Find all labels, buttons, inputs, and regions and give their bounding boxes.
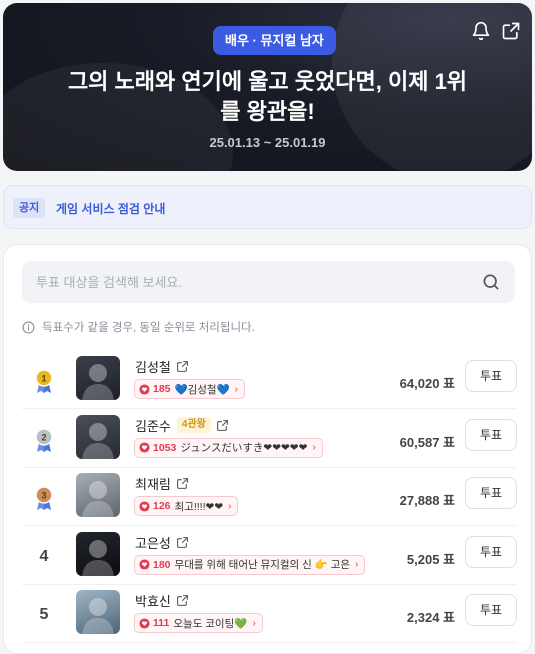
cheer-count: 180 bbox=[153, 558, 171, 571]
rank-indicator: 5 bbox=[30, 601, 58, 629]
candidate-name-line: 고은성 bbox=[135, 533, 189, 552]
chevron-right-icon: › bbox=[228, 500, 232, 512]
candidate-name-line: 박효신 bbox=[135, 591, 189, 610]
avatar-photo bbox=[82, 364, 114, 400]
avatar[interactable] bbox=[76, 473, 120, 517]
avatar-photo bbox=[82, 598, 114, 634]
heart-icon bbox=[139, 617, 150, 629]
avatar[interactable] bbox=[76, 356, 120, 400]
vote-count: 2,324 표 bbox=[406, 610, 455, 625]
candidate-name-line: 최재림 bbox=[135, 474, 189, 493]
cheer-message: 💙김성철💙 bbox=[174, 383, 230, 396]
chevron-right-icon: › bbox=[234, 383, 239, 395]
title-count-badge: 4관왕 bbox=[176, 417, 211, 433]
tie-rule-info: 득표수가 같을 경우, 동일 순위로 처리됩니다. bbox=[22, 319, 255, 335]
category-badge: 배우 · 뮤지컬 남자 bbox=[213, 26, 336, 55]
chevron-right-icon: › bbox=[312, 442, 316, 453]
heart-icon bbox=[139, 500, 150, 512]
vote-button[interactable]: 투표 bbox=[465, 477, 517, 509]
vote-count: 60,587 표 bbox=[399, 434, 455, 450]
cheer-count: 111 bbox=[153, 617, 170, 629]
share-icon[interactable] bbox=[501, 21, 521, 41]
avatar[interactable] bbox=[76, 531, 120, 576]
vote-button[interactable]: 투표 bbox=[465, 418, 517, 451]
bronze-medal-icon: 3 bbox=[35, 486, 53, 510]
heart-icon bbox=[139, 559, 150, 570]
cheer-message: 오늘도 코이팅💚 bbox=[173, 617, 248, 630]
avatar-photo bbox=[82, 422, 114, 459]
external-link-icon[interactable] bbox=[176, 360, 189, 373]
cheer-message: 최고!!!!❤❤ bbox=[174, 500, 224, 513]
svg-text:1: 1 bbox=[41, 374, 46, 384]
info-icon bbox=[22, 321, 35, 333]
ranking-panel: 득표수가 같을 경우, 동일 순위로 처리됩니다. 1 김성철 185 💙김성철… bbox=[3, 244, 532, 654]
ranking-row: 5 박효신 111 오늘도 코이팅💚 › 2,324 표 투표 bbox=[22, 585, 517, 643]
candidate-name[interactable]: 김성철 bbox=[135, 357, 171, 376]
tie-rule-text: 득표수가 같을 경우, 동일 순위로 처리됩니다. bbox=[42, 322, 255, 334]
avatar-photo bbox=[82, 539, 114, 576]
ranking-row: 3 최재림 126 최고!!!!❤❤ › 27,888 표 투표 bbox=[22, 468, 517, 526]
external-link-icon[interactable] bbox=[216, 419, 229, 432]
vote-button[interactable]: 투표 bbox=[465, 594, 517, 626]
heart-icon bbox=[139, 442, 150, 453]
vote-count: 64,020 표 bbox=[399, 376, 455, 391]
vote-count: 27,888 표 bbox=[399, 493, 455, 508]
svg-text:2: 2 bbox=[41, 432, 46, 442]
cheer-count: 126 bbox=[153, 500, 171, 512]
rank-indicator: 2 bbox=[30, 426, 58, 454]
vote-button[interactable]: 투표 bbox=[465, 535, 517, 568]
rank-indicator: 4 bbox=[30, 543, 58, 571]
ranking-row: 4 고은성 180 무대를 위해 태어난 뮤지컬의 신 👉 고은 › 5,205… bbox=[22, 527, 517, 585]
rank-indicator: 1 bbox=[30, 367, 58, 395]
search-icon[interactable] bbox=[481, 272, 501, 292]
cheer-message-chip[interactable]: 111 오늘도 코이팅💚 › bbox=[134, 613, 263, 633]
avatar-photo bbox=[82, 481, 114, 517]
cheer-message-chip[interactable]: 180 무대를 위해 태어난 뮤지컬의 신 👉 고은 › bbox=[134, 554, 366, 575]
candidate-name[interactable]: 박효신 bbox=[135, 591, 171, 610]
cheer-message-chip[interactable]: 126 최고!!!!❤❤ › bbox=[134, 496, 239, 516]
cheer-count: 1053 bbox=[153, 441, 177, 454]
rank-number: 5 bbox=[39, 606, 49, 623]
cheer-count: 185 bbox=[153, 383, 171, 395]
svg-text:3: 3 bbox=[41, 491, 46, 501]
heart-icon bbox=[139, 383, 150, 395]
cheer-message-chip[interactable]: 185 💙김성철💙 › bbox=[134, 379, 246, 399]
silver-medal-icon: 2 bbox=[35, 427, 53, 452]
notice-text[interactable]: 게임 서비스 점검 안내 bbox=[56, 200, 165, 217]
ranking-row: 1 김성철 185 💙김성철💙 › 64,020 표 투표 bbox=[22, 351, 517, 409]
avatar[interactable] bbox=[76, 590, 120, 634]
external-link-icon[interactable] bbox=[176, 536, 189, 549]
notice-bar[interactable]: 공지 게임 서비스 점검 안내 bbox=[3, 185, 532, 229]
vote-button[interactable]: 투표 bbox=[465, 360, 517, 392]
search-input[interactable] bbox=[36, 261, 466, 303]
candidate-name-line: 김준수 4관왕 bbox=[135, 416, 229, 435]
rank-number: 4 bbox=[39, 547, 49, 565]
hero-title-line-2: 를 왕관을! bbox=[220, 99, 315, 124]
candidate-name[interactable]: 김준수 bbox=[135, 416, 171, 435]
vote-period: 25.01.13 ~ 25.01.19 bbox=[209, 135, 326, 150]
notice-tag: 공지 bbox=[13, 198, 46, 218]
cheer-message-chip[interactable]: 1053 ジュンスだいすき❤❤❤❤❤ › bbox=[134, 437, 323, 458]
chevron-right-icon: › bbox=[252, 617, 256, 629]
vote-count: 5,205 표 bbox=[406, 551, 455, 567]
rank-indicator: 3 bbox=[30, 484, 58, 512]
candidate-name[interactable]: 고은성 bbox=[135, 533, 171, 552]
candidate-name[interactable]: 최재림 bbox=[135, 474, 171, 493]
gold-medal-icon: 1 bbox=[35, 369, 53, 393]
hero-title-line-1: 그의 노래와 연기에 울고 웃었다면, 이제 1위 bbox=[67, 69, 468, 94]
avatar[interactable] bbox=[76, 414, 120, 459]
bell-icon[interactable] bbox=[471, 21, 491, 41]
external-link-icon[interactable] bbox=[176, 594, 189, 607]
candidate-name-line: 김성철 bbox=[135, 357, 189, 376]
cheer-message: ジュンスだいすき❤❤❤❤❤ bbox=[180, 442, 308, 454]
external-link-icon[interactable] bbox=[176, 477, 189, 490]
hero-banner: 배우 · 뮤지컬 남자 그의 노래와 연기에 울고 웃었다면, 이제 1위 를 … bbox=[3, 3, 532, 171]
hero-title: 그의 노래와 연기에 울고 웃었다면, 이제 1위 를 왕관을! bbox=[23, 67, 512, 127]
chevron-right-icon: › bbox=[355, 559, 359, 570]
ranking-row: 2 김준수 4관왕 1053 ジュンスだいすき❤❤❤❤❤ › 60,587 표 … bbox=[22, 410, 517, 468]
cheer-message: 무대를 위해 태어난 뮤지컬의 신 👉 고은 bbox=[174, 559, 351, 571]
search-bar bbox=[22, 261, 515, 303]
